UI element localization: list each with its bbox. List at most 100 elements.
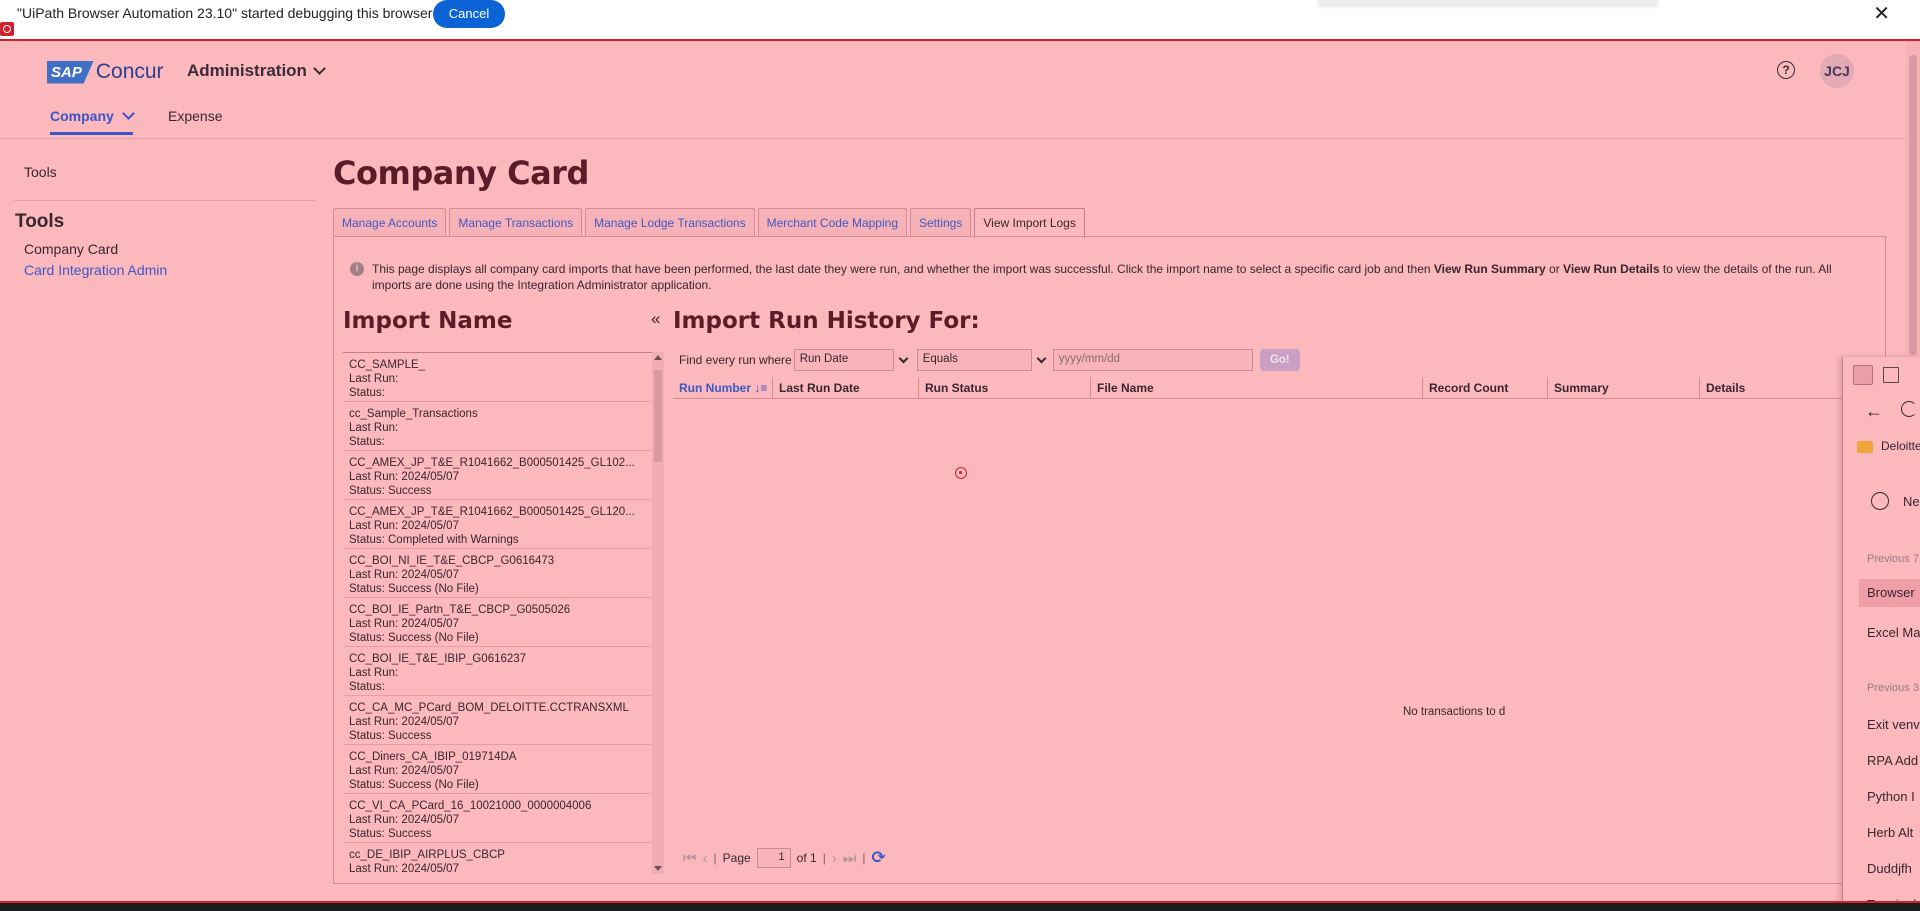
import-logs-panel: i This page displays all company card im… [333,236,1893,884]
column-summary[interactable]: Summary [1548,377,1700,398]
run-history-heading: Import Run History For: [673,308,980,334]
list-item[interactable]: CC_BOI_NI_IE_T&E_CBCP_G0616473 Last Run:… [343,549,651,598]
list-item[interactable]: cc_DE_IBIP_AIRPLUS_CBCP Last Run: 2024/0… [343,843,651,874]
date-input[interactable]: yyyy/mm/dd [1052,349,1253,371]
column-label: Run Number [679,381,751,395]
no-transactions-message: No transactions to d [1403,706,1506,718]
user-avatar[interactable]: JCJ [1820,54,1854,88]
page-number-input[interactable]: 1 [756,848,791,868]
import-status: Status: Success [349,828,432,840]
filter-field-select[interactable]: Run Date [793,349,894,371]
chevron-down-icon[interactable] [898,353,909,363]
collapse-panel-icon[interactable]: « [651,309,660,329]
refresh-icon[interactable]: ⟳ [871,848,885,868]
page-title: Company Card [333,154,589,192]
tab-manage-accounts[interactable]: Manage Accounts [333,208,447,237]
import-status: Status: Success (No File) [349,632,479,644]
chevron-down-icon[interactable] [1036,353,1047,363]
scrollbar-thumb[interactable] [654,370,662,462]
info-text-part: This page displays all company card impo… [372,262,1434,276]
list-item[interactable]: CC_AMEX_JP_T&E_R1041662_B000501425_GL102… [343,451,651,500]
administration-label: Administration [187,61,307,80]
go-button[interactable]: Go! [1259,349,1300,371]
import-last-run: Last Run: 2024/05/07 [349,814,459,826]
import-list-scrollbar[interactable] [652,352,664,874]
side-panel-overlay: ← Deloitte Ne Previous 7 Browser Excel M… [1842,357,1920,911]
column-run-number[interactable]: Run Number ↓≡ [673,377,773,398]
scroll-down-icon[interactable] [654,866,662,871]
column-record-count[interactable]: Record Count [1423,377,1548,398]
import-last-run: Last Run: 2024/05/07 [349,765,459,777]
info-bold-run-details: View Run Details [1563,262,1660,276]
run-history-table-header: Run Number ↓≡ Last Run Date Run Status F… [673,377,1893,399]
sidebar-item-card-integration-admin[interactable]: Card Integration Admin [24,262,167,278]
column-run-status[interactable]: Run Status [919,377,1091,398]
history-item[interactable]: Python I [1867,789,1915,804]
nav-tab-company[interactable]: Company [50,107,135,135]
import-status: Status: Completed with Warnings [349,534,519,546]
chevron-down-icon [313,62,326,75]
column-last-run-date[interactable]: Last Run Date [773,377,919,398]
scroll-up-icon[interactable] [654,355,662,360]
history-item[interactable]: Browser [1859,579,1920,607]
import-status: Status: [349,681,385,693]
reload-icon[interactable] [1901,401,1917,417]
app-header: SAP Concur Administration ? JCJ Company … [0,41,1906,139]
folder-label[interactable]: Deloitte [1881,439,1920,453]
chevron-down-icon [121,107,135,120]
next-page-icon[interactable]: › [832,850,837,867]
history-item[interactable]: Herb Alt [1867,825,1913,840]
profile-icon[interactable] [1853,365,1873,385]
history-item[interactable]: Excel Ma [1867,625,1920,640]
filter-operator-value: Equals [922,353,958,365]
last-page-icon[interactable]: ⏭ [843,850,857,867]
import-status: Status: [349,436,385,448]
cancel-debug-button[interactable]: Cancel [433,0,505,28]
column-file-name[interactable]: File Name [1091,377,1423,398]
tab-settings[interactable]: Settings [910,208,972,237]
cube-icon[interactable] [1883,367,1899,383]
import-name: CC_SAMPLE_ [349,359,426,371]
list-item[interactable]: CC_BOI_IE_T&E_IBIP_G0616237 Last Run: St… [343,647,651,696]
info-bold-run-summary: View Run Summary [1433,262,1546,276]
list-item[interactable]: CC_Diners_CA_IBIP_019714DA Last Run: 202… [343,745,651,794]
nav-tab-expense[interactable]: Expense [168,108,222,124]
tab-view-import-logs[interactable]: View Import Logs [974,208,1085,238]
history-item[interactable]: Duddjfh [1867,861,1912,876]
page-of-label: of 1 [796,851,817,865]
concur-logo-text: Concur [95,60,164,83]
history-item[interactable]: RPA Add [1867,753,1918,768]
new-chat-button[interactable]: Ne [1903,494,1920,509]
prev-page-icon[interactable]: ‹ [703,850,708,867]
list-item[interactable]: cc_Sample_Transactions Last Run: Status: [343,402,651,451]
taskbar [0,901,1920,911]
import-last-run: Last Run: 2024/05/07 [349,471,459,483]
history-item[interactable]: Exit venv [1867,717,1920,732]
list-item[interactable]: CC_VI_CA_PCard_16_10021000_0000004006 La… [343,794,651,843]
uipath-icon [0,22,14,36]
tab-manage-transactions[interactable]: Manage Transactions [449,208,583,237]
list-item[interactable]: CC_SAMPLE_ Last Run: Status: [343,353,651,402]
filter-operator-select[interactable]: Equals [916,349,1032,371]
close-icon[interactable]: ✕ [1873,1,1890,26]
back-arrow-icon[interactable]: ← [1865,401,1883,422]
list-item[interactable]: CC_BOI_IE_Partn_T&E_CBCP_G0505026 Last R… [343,598,651,647]
help-icon[interactable]: ? [1777,61,1795,79]
sidebar-item-company-card[interactable]: Company Card [24,241,118,257]
import-name: CC_BOI_NI_IE_T&E_CBCP_G0616473 [349,555,555,567]
tab-manage-lodge-transactions[interactable]: Manage Lodge Transactions [585,208,755,237]
list-item[interactable]: CC_CA_MC_PCard_BOM_DELOITTE.CCTRANSXML L… [343,696,651,745]
info-text-part: or [1545,262,1564,276]
debug-message: "UiPath Browser Automation 23.10" starte… [17,5,433,21]
sap-concur-logo[interactable]: SAP Concur [47,59,164,85]
tab-merchant-code-mapping[interactable]: Merchant Code Mapping [757,208,907,237]
list-item[interactable]: CC_AMEX_JP_T&E_R1041662_B000501425_GL120… [343,500,651,549]
first-page-icon[interactable]: ⏮ [683,850,697,867]
page-scrollbar-thumb[interactable] [1909,55,1917,355]
import-last-run: Last Run: [349,373,399,385]
administration-menu[interactable]: Administration [187,61,326,81]
info-text: This page displays all company card impo… [350,261,1870,293]
page-label: Page [722,851,751,865]
sidebar-tools-link[interactable]: Tools [24,164,57,180]
filter-field-value: Run Date [799,353,849,365]
